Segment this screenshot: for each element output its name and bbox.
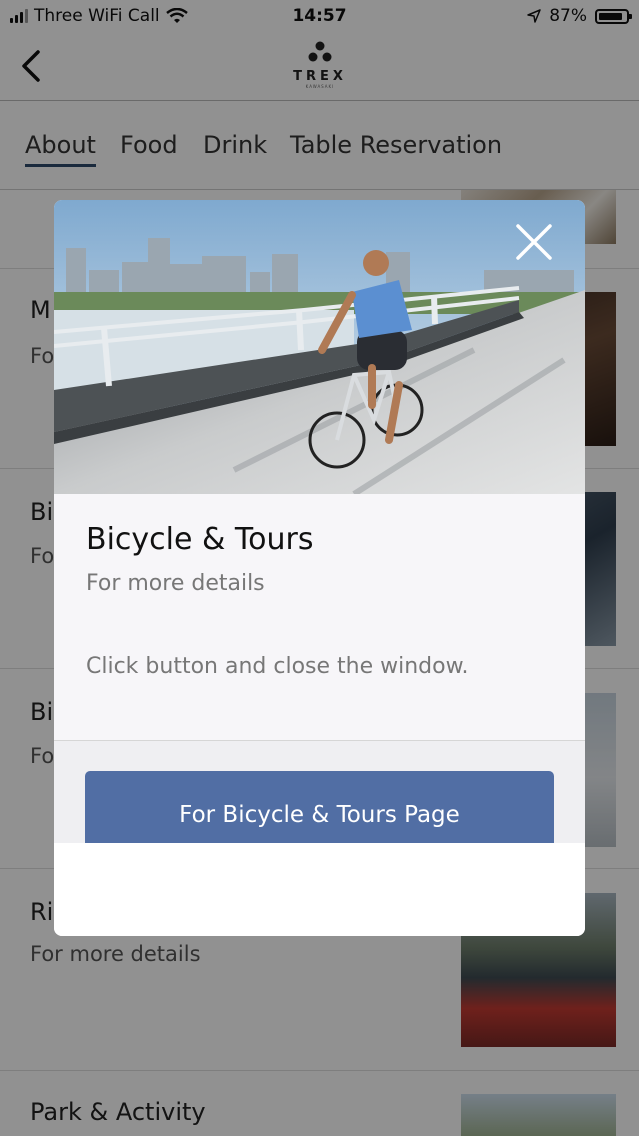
info-modal: Bicycle & Tours For more details Click b… (54, 200, 585, 936)
app-screen: Three WiFi Call 14:57 87% TREX KAWASAKI … (0, 0, 639, 1136)
modal-subtitle: For more details (86, 571, 265, 596)
modal-title: Bicycle & Tours (86, 522, 314, 557)
hero-image (54, 200, 585, 494)
modal-footer (54, 843, 585, 936)
bicycle-tours-page-button[interactable]: For Bicycle & Tours Page (85, 771, 554, 843)
modal-message: Click button and close the window. (86, 654, 469, 679)
close-icon[interactable] (512, 220, 556, 264)
